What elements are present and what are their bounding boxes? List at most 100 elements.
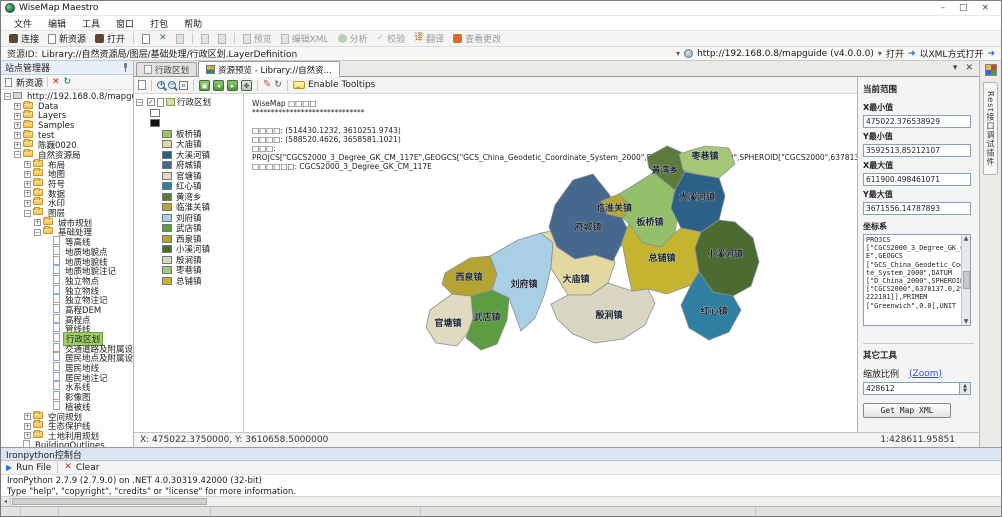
- expand-icon[interactable]: +: [24, 181, 31, 188]
- scale-stepper[interactable]: ▲▼: [960, 382, 971, 395]
- arrow-right-icon[interactable]: ➜: [987, 49, 995, 59]
- map-region-府城镇[interactable]: [549, 174, 627, 261]
- close-tab-icon[interactable]: ✕: [965, 63, 973, 73]
- collapse-icon[interactable]: −: [24, 210, 31, 217]
- expand-icon[interactable]: +: [24, 413, 31, 420]
- minimize-button[interactable]: –: [940, 3, 945, 13]
- previous-view-icon[interactable]: ◂: [213, 80, 224, 91]
- properties-panel: 当前范围 X最小值475022.376538929Y最小值3592513.852…: [858, 77, 979, 432]
- 连接-button[interactable]: 连接: [5, 31, 43, 46]
- chevron-down-icon[interactable]: ▾: [676, 49, 680, 58]
- refresh-map-icon[interactable]: ↻: [274, 80, 282, 90]
- copy-button[interactable]: [138, 33, 154, 45]
- extent-field-value[interactable]: 3592513.85212107: [863, 144, 971, 157]
- edit-icon[interactable]: ✎: [263, 80, 271, 90]
- scroll-thumb[interactable]: [12, 498, 207, 505]
- toolbar-button-label: 翻译: [426, 32, 444, 45]
- 新资源-button[interactable]: 新资源: [44, 31, 90, 46]
- chevron-down-icon[interactable]: ▾: [878, 49, 882, 58]
- cut-button[interactable]: ✕: [155, 33, 171, 44]
- legend-item-总铺镇[interactable]: 总铺镇: [136, 276, 241, 287]
- tree-item-Data[interactable]: +Data: [1, 102, 133, 112]
- 查看更改-button: 查看更改: [449, 31, 505, 46]
- 编辑XML-button: 编辑XML: [277, 31, 333, 46]
- pin-icon[interactable]: [122, 63, 129, 72]
- tab-controls: ▾✕: [953, 63, 979, 76]
- menu-item-窗口[interactable]: 窗口: [109, 16, 141, 31]
- maximize-button[interactable]: □: [959, 3, 968, 13]
- menu-item-文件[interactable]: 文件: [7, 16, 39, 31]
- enable-tooltips-toggle[interactable]: Enable Tooltips: [308, 80, 375, 90]
- tree-item-Samples[interactable]: +Samples: [1, 121, 133, 131]
- expand-icon[interactable]: +: [24, 190, 31, 197]
- expand-icon[interactable]: +: [24, 423, 31, 430]
- coordsys-text: PROJCS ["CGCS2000_3_Degree_GK_CM_117 E",…: [864, 235, 970, 311]
- open-xml-button[interactable]: 以XML方式打开: [920, 47, 984, 60]
- server-url[interactable]: http://192.168.0.8/mapguide (v4.0.0.0): [697, 49, 874, 59]
- extent-field-value[interactable]: 3671556.14787893: [863, 202, 971, 215]
- refresh-icon[interactable]: ↻: [64, 77, 72, 87]
- pan-icon[interactable]: ✥: [241, 80, 252, 91]
- zoom-out-icon[interactable]: −: [168, 81, 176, 89]
- legend-swatch: [162, 193, 172, 201]
- rest-debug-plugin-tab[interactable]: Rest接口调试插件: [983, 82, 998, 175]
- plugin-icon[interactable]: [985, 64, 997, 76]
- zoom-link[interactable]: (Zoom): [909, 369, 942, 379]
- arrow-right-icon[interactable]: ➜: [908, 49, 916, 59]
- expand-icon[interactable]: +: [24, 432, 31, 439]
- menu-item-工具[interactable]: 工具: [75, 16, 107, 31]
- extent-field-value[interactable]: 611900.498461071: [863, 173, 971, 186]
- collapse-icon[interactable]: −: [34, 229, 41, 236]
- zoom-in-icon[interactable]: +: [157, 81, 165, 89]
- 翻译-button: 译翻译: [410, 31, 448, 46]
- clear-button[interactable]: Clear: [76, 463, 100, 473]
- doc-icon: [144, 65, 152, 74]
- menu-item-打包[interactable]: 打包: [143, 16, 175, 31]
- menu-item-编辑[interactable]: 编辑: [41, 16, 73, 31]
- extent-field-value[interactable]: 475022.376538929: [863, 115, 971, 128]
- initial-view-icon[interactable]: ▣: [199, 80, 210, 91]
- expand-icon[interactable]: +: [14, 113, 21, 120]
- collapse-icon[interactable]: −: [14, 151, 21, 158]
- scroll-left-icon[interactable]: ◂: [1, 497, 11, 506]
- tree-item-http://192.168.0.8/mapguide (v4.0.0.0)[interactable]: −http://192.168.0.8/mapguide (v4.0.0.0): [1, 92, 133, 102]
- scrollbar-horizontal[interactable]: ◂: [1, 496, 1001, 506]
- expand-icon[interactable]: +: [14, 122, 21, 129]
- menu-item-帮助[interactable]: 帮助: [177, 16, 209, 31]
- expand-icon[interactable]: +: [24, 171, 31, 178]
- get-map-xml-button[interactable]: Get Map XML: [863, 403, 951, 418]
- 打开-button[interactable]: 打开: [91, 31, 129, 46]
- expand-icon[interactable]: +: [24, 200, 31, 207]
- tree-item-土地利用规划[interactable]: +土地利用规划: [1, 431, 133, 441]
- expand-icon[interactable]: +: [24, 161, 31, 168]
- toolbar-button-label: 查看更改: [465, 32, 501, 45]
- expand-icon[interactable]: +: [14, 132, 21, 139]
- map-label-临淮关镇: 临淮关镇: [596, 202, 632, 214]
- tree-item-Layers[interactable]: +Layers: [1, 111, 133, 121]
- delete-icon[interactable]: ✕: [52, 78, 60, 87]
- expand-icon[interactable]: +: [14, 142, 21, 149]
- open-button[interactable]: 打开: [886, 47, 904, 60]
- site-new-resource-button[interactable]: 新资源: [16, 76, 43, 89]
- chevron-down-icon[interactable]: ▾: [953, 63, 958, 73]
- collapse-icon[interactable]: −: [136, 99, 143, 106]
- legend-swatch: [162, 235, 172, 243]
- expand-icon[interactable]: +: [34, 219, 41, 226]
- tab-资源预览 - Library://自然资...[interactable]: 资源预览 - Library://自然资...: [198, 61, 340, 77]
- copy-icon[interactable]: [138, 80, 146, 90]
- scale-input[interactable]: 428612: [863, 382, 960, 395]
- run-file-button[interactable]: Run File: [16, 463, 51, 473]
- layer-checkbox[interactable]: ✓: [147, 98, 155, 106]
- close-button[interactable]: ×: [981, 3, 989, 13]
- coordsys-textbox[interactable]: PROJCS ["CGCS2000_3_Degree_GK_CM_117 E",…: [863, 234, 971, 326]
- scrollbar-vertical[interactable]: ▲▼: [961, 235, 970, 325]
- console-output[interactable]: IronPython 2.7.9 (2.7.9.0) on .NET 4.0.3…: [1, 475, 1001, 496]
- legend-item[interactable]: [136, 108, 241, 119]
- legend-root[interactable]: −✓行政区划: [136, 97, 241, 108]
- expand-icon[interactable]: +: [14, 103, 21, 110]
- map-canvas[interactable]: WiseMap □□□□****************************…: [244, 94, 857, 432]
- zoom-extent-icon[interactable]: [179, 81, 188, 90]
- collapse-icon[interactable]: −: [4, 93, 11, 100]
- tab-行政区划[interactable]: 行政区划: [136, 62, 197, 76]
- next-view-icon[interactable]: ▸: [227, 80, 238, 91]
